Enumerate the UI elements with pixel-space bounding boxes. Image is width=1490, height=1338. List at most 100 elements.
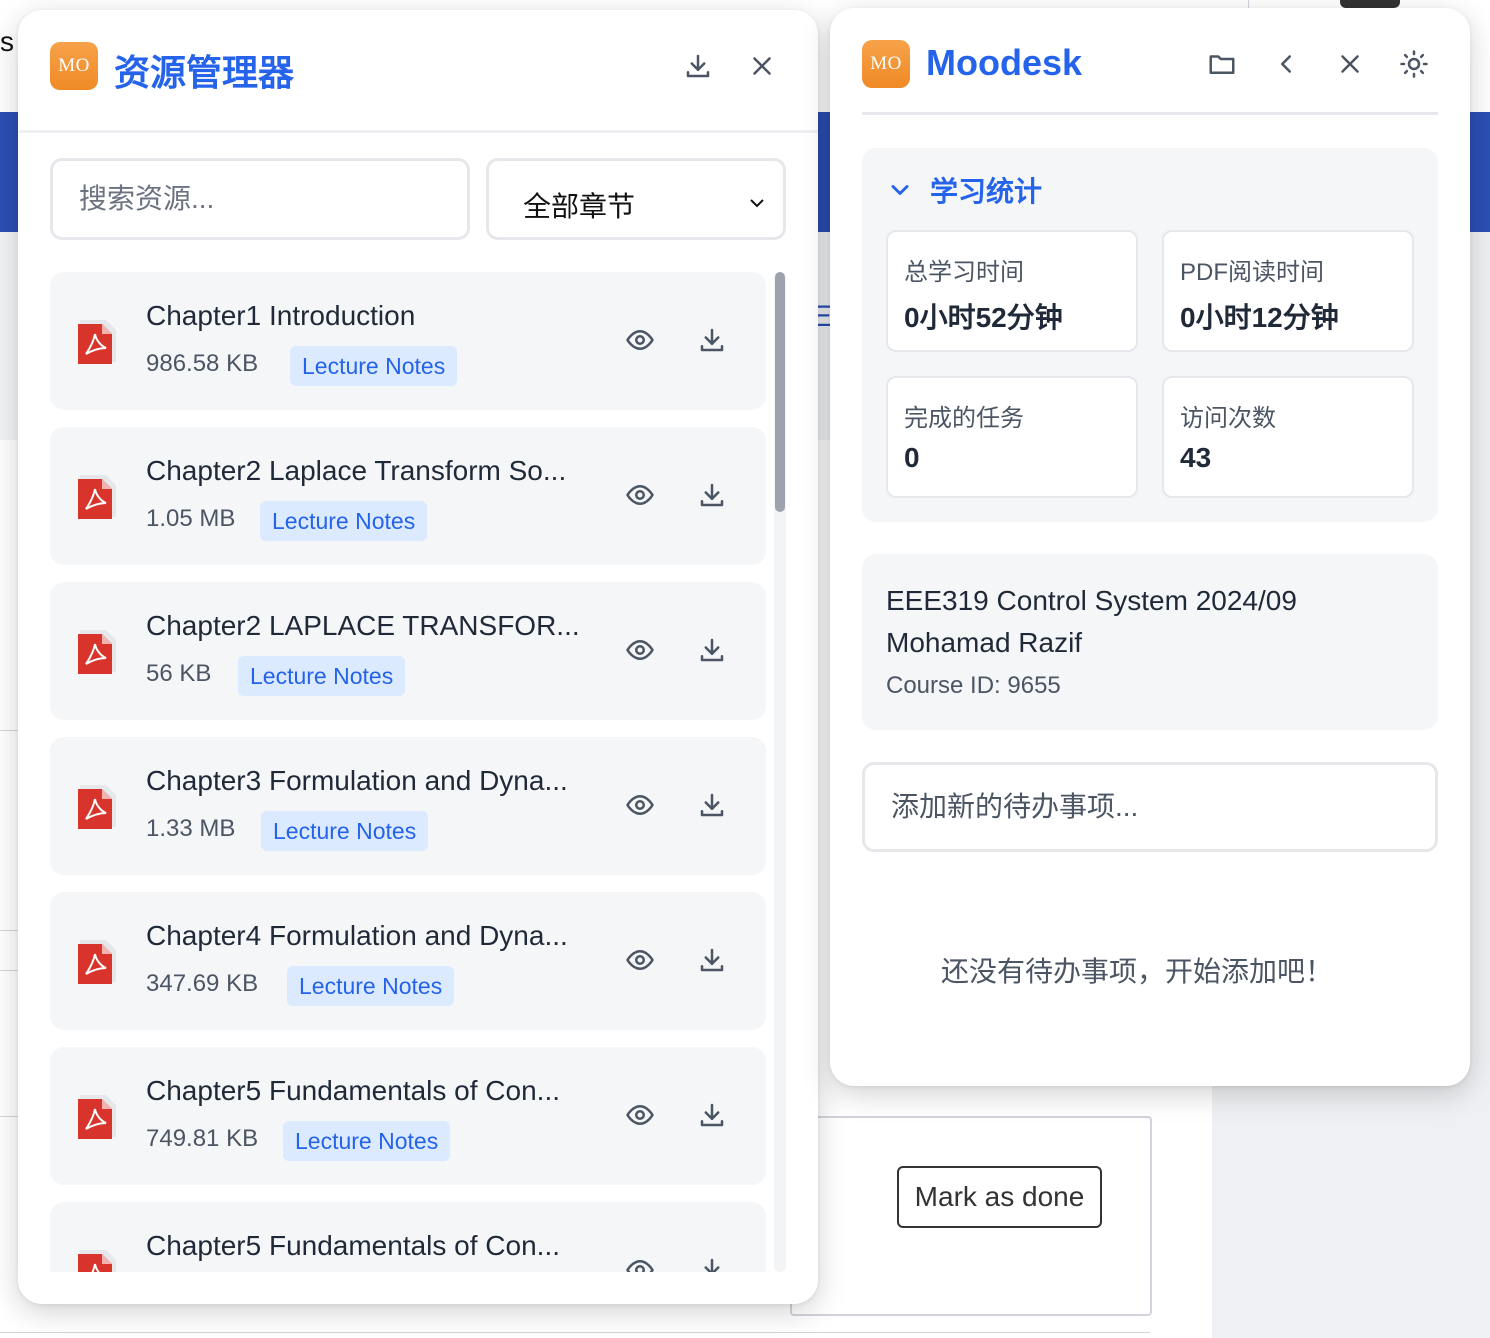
sun-icon [1400, 50, 1428, 78]
preview-button[interactable] [618, 318, 662, 362]
preview-button[interactable] [618, 628, 662, 672]
page-pill [1340, 0, 1400, 8]
download-button[interactable] [690, 1248, 734, 1272]
pdf-file-icon [78, 1095, 116, 1139]
resource-item[interactable]: Chapter1 Introduction 986.58 KB Lecture No… [50, 272, 766, 410]
resource-tag: Lecture Notes [238, 656, 406, 696]
close-button[interactable] [740, 44, 784, 88]
resource-name: Chapter2 LAPLACE TRANSFOR... [146, 610, 580, 641]
download-icon [686, 54, 710, 78]
resource-tag: Lecture Notes [261, 811, 429, 851]
preview-button[interactable] [618, 1093, 662, 1137]
page-divider [0, 970, 20, 971]
resource-item[interactable]: Chapter2 LAPLACE TRANSFOR... 56 KB Lecture… [50, 582, 766, 720]
scrollbar-thumb[interactable] [775, 272, 785, 512]
download-icon [700, 638, 724, 662]
stat-label: 完成的任务 [904, 405, 1024, 432]
stat-value: 0小时52分钟 [904, 302, 1063, 333]
course-info: EEE319 Control System 2024/09 Mohamad Ra… [862, 554, 1438, 730]
preview-button[interactable] [618, 473, 662, 517]
resource-name: Chapter4 Formulation and Dyna... [146, 920, 568, 951]
stat-card-total-time: 总学习时间 0小时52分钟 [886, 230, 1138, 352]
download-icon [700, 328, 724, 352]
resource-size: 56 KB [146, 660, 212, 687]
download-icon [700, 483, 724, 507]
chapter-filter-value: 全部章节 [523, 191, 636, 222]
resources-button[interactable] [1200, 42, 1244, 86]
stat-card-pdf-time: PDF阅读时间 0小时12分钟 [1162, 230, 1414, 352]
download-icon [704, 1258, 720, 1272]
resource-item[interactable]: Chapter2 Laplace Transform So... 1.05 MB L… [50, 427, 766, 565]
chapter-filter-select[interactable]: 全部章节 [486, 158, 786, 240]
moodesk-logo: MO [862, 40, 910, 88]
download-icon [700, 1103, 724, 1127]
download-icon [700, 793, 724, 817]
close-button[interactable] [1328, 42, 1372, 86]
pdf-file-icon [78, 320, 116, 364]
stats-toggle[interactable]: 学习统计 [886, 170, 1042, 210]
download-button[interactable] [690, 1093, 734, 1137]
course-id: Course ID: 9655 [886, 672, 1061, 699]
resource-manager-panel: MO 资源管理器 全部章节 Chapter1 Introduction 986.5… [18, 10, 818, 1304]
resource-size: 347.69 KB [146, 970, 259, 997]
preview-button[interactable] [618, 783, 662, 827]
eye-icon [626, 795, 654, 815]
header-divider [862, 112, 1438, 115]
close-icon [753, 57, 771, 75]
resource-item[interactable]: Chapter4 Formulation and Dyna... 347.69 K… [50, 892, 766, 1030]
search-input[interactable] [50, 158, 470, 240]
resource-size: 1.33 MB [146, 815, 236, 842]
stat-label: 总学习时间 [904, 259, 1024, 286]
pdf-file-icon [78, 785, 116, 829]
resource-tag: Lecture Notes [260, 501, 428, 541]
pdf-file-icon [78, 940, 116, 984]
resource-item[interactable]: Chapter5 Fundamentals of Con... [50, 1202, 766, 1272]
collapse-button[interactable] [1264, 42, 1308, 86]
preview-button[interactable] [618, 1248, 662, 1272]
eye-icon [626, 640, 654, 660]
download-button[interactable] [690, 473, 734, 517]
todo-input[interactable] [862, 762, 1438, 852]
header-divider [18, 130, 818, 133]
pdf-file-icon [78, 630, 116, 674]
mark-as-done-button[interactable]: Mark as done [897, 1166, 1102, 1228]
resource-list: Chapter1 Introduction 986.58 KB Lecture No… [50, 272, 766, 1272]
download-button[interactable] [690, 628, 734, 672]
download-button[interactable] [690, 318, 734, 362]
resource-size: 749.81 KB [146, 1125, 259, 1152]
eye-icon [626, 330, 654, 350]
eye-icon [626, 485, 654, 505]
resource-tag: Lecture Notes [290, 346, 458, 386]
stats-title: 学习统计 [930, 176, 1043, 207]
folder-icon [1209, 55, 1235, 74]
resource-name: Chapter3 Formulation and Dyna... [146, 765, 568, 796]
resource-name: Chapter2 Laplace Transform So... [146, 455, 567, 486]
resource-item[interactable]: Chapter3 Formulation and Dyna... 1.33 MB L… [50, 737, 766, 875]
stat-value: 0小时12分钟 [1180, 302, 1339, 333]
resource-tag: Lecture Notes [283, 1121, 451, 1161]
scrollbar[interactable] [774, 272, 786, 1272]
page-divider [0, 1332, 1150, 1333]
stat-value: 0 [904, 442, 920, 473]
resource-name: Chapter1 Introduction [146, 300, 416, 331]
moodesk-panel: MO Moodesk 学习统计 总学习时间 0小时52分钟 PDF阅读时间 0小… [830, 8, 1470, 1086]
resource-size: 986.58 KB [146, 350, 259, 377]
page-divider [0, 730, 20, 731]
course-name: EEE319 Control System 2024/09 Mohamad Ra… [886, 585, 1297, 658]
study-stats-section: 学习统计 总学习时间 0小时52分钟 PDF阅读时间 0小时12分钟 完成的任务… [862, 148, 1438, 522]
stat-card-completed-tasks: 完成的任务 0 [886, 376, 1138, 498]
theme-toggle-button[interactable] [1392, 42, 1436, 86]
page-edge-text: s [0, 26, 14, 57]
download-all-button[interactable] [676, 44, 720, 88]
preview-button[interactable] [618, 938, 662, 982]
stat-value: 43 [1180, 442, 1212, 473]
eye-icon [626, 1105, 654, 1125]
download-button[interactable] [690, 938, 734, 982]
resource-item[interactable]: Chapter5 Fundamentals of Con... 749.81 KB… [50, 1047, 766, 1185]
pdf-file-icon [78, 1250, 116, 1272]
download-button[interactable] [690, 783, 734, 827]
close-icon [1341, 55, 1359, 73]
moodesk-logo: MO [50, 42, 98, 90]
resource-tag: Lecture Notes [287, 966, 455, 1006]
eye-icon [626, 1260, 654, 1272]
